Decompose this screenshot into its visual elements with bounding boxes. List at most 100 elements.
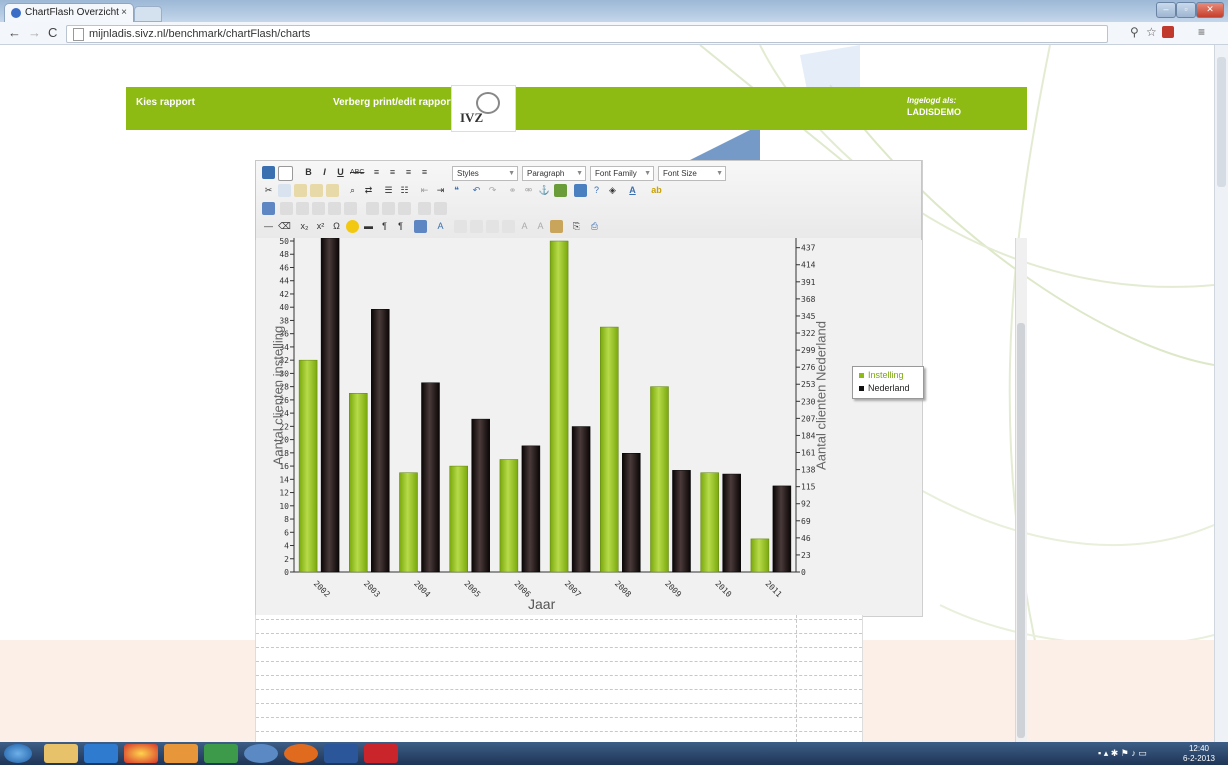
highlight-color-icon[interactable]: ab [650, 184, 663, 197]
word-icon[interactable] [324, 744, 358, 763]
new-document-icon[interactable] [278, 166, 293, 181]
absolute-icon[interactable] [502, 220, 515, 233]
outlook-icon[interactable] [164, 744, 198, 763]
find-icon[interactable]: ⌕ [346, 184, 359, 197]
subscript-icon[interactable]: x₂ [298, 220, 311, 233]
bookmark-star-icon[interactable]: ☆ [1146, 25, 1157, 39]
extension-icon[interactable] [1162, 26, 1174, 38]
numbered-list-icon[interactable]: ☷ [398, 184, 411, 197]
taskbar-clock[interactable]: 12:40 6-2-2013 [1178, 744, 1220, 764]
media-icon[interactable]: ▬ [362, 220, 375, 233]
table-props-icon[interactable] [434, 202, 447, 215]
abbr-icon[interactable]: A [518, 220, 531, 233]
align-left-icon[interactable]: ≡ [370, 166, 383, 179]
text-color-icon[interactable]: A [626, 184, 639, 197]
image-icon[interactable] [554, 184, 567, 197]
emoticon-icon[interactable] [346, 220, 359, 233]
menu-icon[interactable]: ≡ [1198, 25, 1205, 39]
cell-props-icon[interactable] [312, 202, 325, 215]
style-props-icon[interactable]: A [434, 220, 447, 233]
horizontal-rule-icon[interactable]: — [262, 220, 275, 233]
forward-icon[interactable]: → [28, 25, 41, 40]
rtl-icon[interactable]: ¶ [394, 220, 407, 233]
underline-icon[interactable]: U [334, 166, 347, 179]
browser-tab-active[interactable]: ChartFlash Overzicht × [4, 3, 134, 23]
unlink-icon[interactable]: ⚮ [522, 184, 535, 197]
align-justify-icon[interactable]: ≡ [418, 166, 431, 179]
new-tab-button[interactable] [134, 6, 162, 22]
bullet-list-icon[interactable]: ☰ [382, 184, 395, 197]
zoom-icon[interactable]: ⚲ [1130, 25, 1139, 39]
edit-icon[interactable] [262, 202, 275, 215]
page-scrollbar[interactable] [1214, 45, 1228, 742]
paste-text-icon[interactable] [310, 184, 323, 197]
align-right-icon[interactable]: ≡ [402, 166, 415, 179]
help-icon[interactable]: ? [590, 184, 603, 197]
superscript-icon[interactable]: x² [314, 220, 327, 233]
strikethrough-icon[interactable]: ABC [350, 166, 364, 179]
insert-row-icon[interactable] [328, 202, 341, 215]
split-cell-icon[interactable] [398, 202, 411, 215]
font-family-select[interactable]: Font Family ▼ [590, 166, 654, 181]
acrobat-icon[interactable] [364, 744, 398, 763]
paste-icon[interactable] [294, 184, 307, 197]
ltr-icon[interactable]: ¶ [378, 220, 391, 233]
page-scrollbar-thumb[interactable] [1217, 57, 1226, 187]
internet-explorer-icon[interactable] [84, 744, 118, 763]
paste-word-icon[interactable] [326, 184, 339, 197]
row-props-icon[interactable] [296, 202, 309, 215]
start-button[interactable] [4, 744, 32, 763]
close-window-button[interactable]: ✕ [1196, 2, 1224, 18]
italic-icon[interactable]: I [318, 166, 331, 179]
merge-cells-icon[interactable] [418, 202, 431, 215]
reload-icon[interactable]: C [48, 25, 57, 40]
align-center-icon[interactable]: ≡ [386, 166, 399, 179]
table-icon[interactable] [280, 202, 293, 215]
choose-report-link[interactable]: Kies rapport [136, 97, 195, 108]
pagebreak-icon[interactable]: ⎘ [570, 220, 583, 233]
maximize-button[interactable]: ▫ [1176, 2, 1196, 18]
address-bar[interactable]: mijnladis.sivz.nl/benchmark/chartFlash/c… [66, 25, 1108, 43]
delete-col-icon[interactable] [382, 202, 395, 215]
html-source-icon[interactable]: ◈ [606, 184, 619, 197]
move-backward-icon[interactable] [486, 220, 499, 233]
indent-icon[interactable]: ⇥ [434, 184, 447, 197]
paragraph-select[interactable]: Paragraph ▼ [522, 166, 586, 181]
bold-icon[interactable]: B [302, 166, 315, 179]
cut-icon[interactable]: ✂ [262, 184, 275, 197]
cleanup-icon[interactable] [574, 184, 587, 197]
anchor-icon[interactable]: ⚓ [538, 184, 551, 197]
undo-icon[interactable]: ↶ [470, 184, 483, 197]
font-size-select[interactable]: Font Size ▼ [658, 166, 726, 181]
redo-icon[interactable]: ↷ [486, 184, 499, 197]
acronym-icon[interactable]: A [534, 220, 547, 233]
editor-scrollbar-thumb[interactable] [1017, 323, 1025, 738]
move-forward-icon[interactable] [470, 220, 483, 233]
tab-close-button[interactable]: × [121, 4, 127, 22]
styles-select[interactable]: Styles ▼ [452, 166, 518, 181]
fullscreen-icon[interactable] [414, 220, 427, 233]
print-icon[interactable]: ⎙ [588, 220, 601, 233]
minimize-button[interactable]: – [1156, 2, 1176, 18]
hide-print-edit-link[interactable]: Verberg print/edit rapport [333, 97, 454, 108]
editor-scrollbar[interactable] [1015, 238, 1027, 743]
delete-row-icon[interactable] [344, 202, 357, 215]
special-char-icon[interactable]: Ω [330, 220, 343, 233]
replace-icon[interactable]: ⇄ [362, 184, 375, 197]
link-icon[interactable]: ⚭ [506, 184, 519, 197]
outdent-icon[interactable]: ⇤ [418, 184, 431, 197]
copy-icon[interactable] [278, 184, 291, 197]
excel-icon[interactable] [204, 744, 238, 763]
save-icon[interactable] [262, 166, 275, 179]
remove-format-icon[interactable]: ⌫ [278, 220, 291, 233]
chrome-icon[interactable] [124, 744, 158, 763]
app-icon[interactable] [244, 744, 278, 763]
insert-col-icon[interactable] [366, 202, 379, 215]
layer-icon[interactable] [454, 220, 467, 233]
template-icon[interactable] [550, 220, 563, 233]
back-icon[interactable]: ← [8, 25, 21, 40]
explorer-icon[interactable] [44, 744, 78, 763]
blockquote-icon[interactable]: ❝ [450, 184, 463, 197]
tray-icons[interactable]: ▪ ▴ ✱ ⚑ ♪ ▭ [1098, 748, 1147, 759]
firefox-icon[interactable] [284, 744, 318, 763]
